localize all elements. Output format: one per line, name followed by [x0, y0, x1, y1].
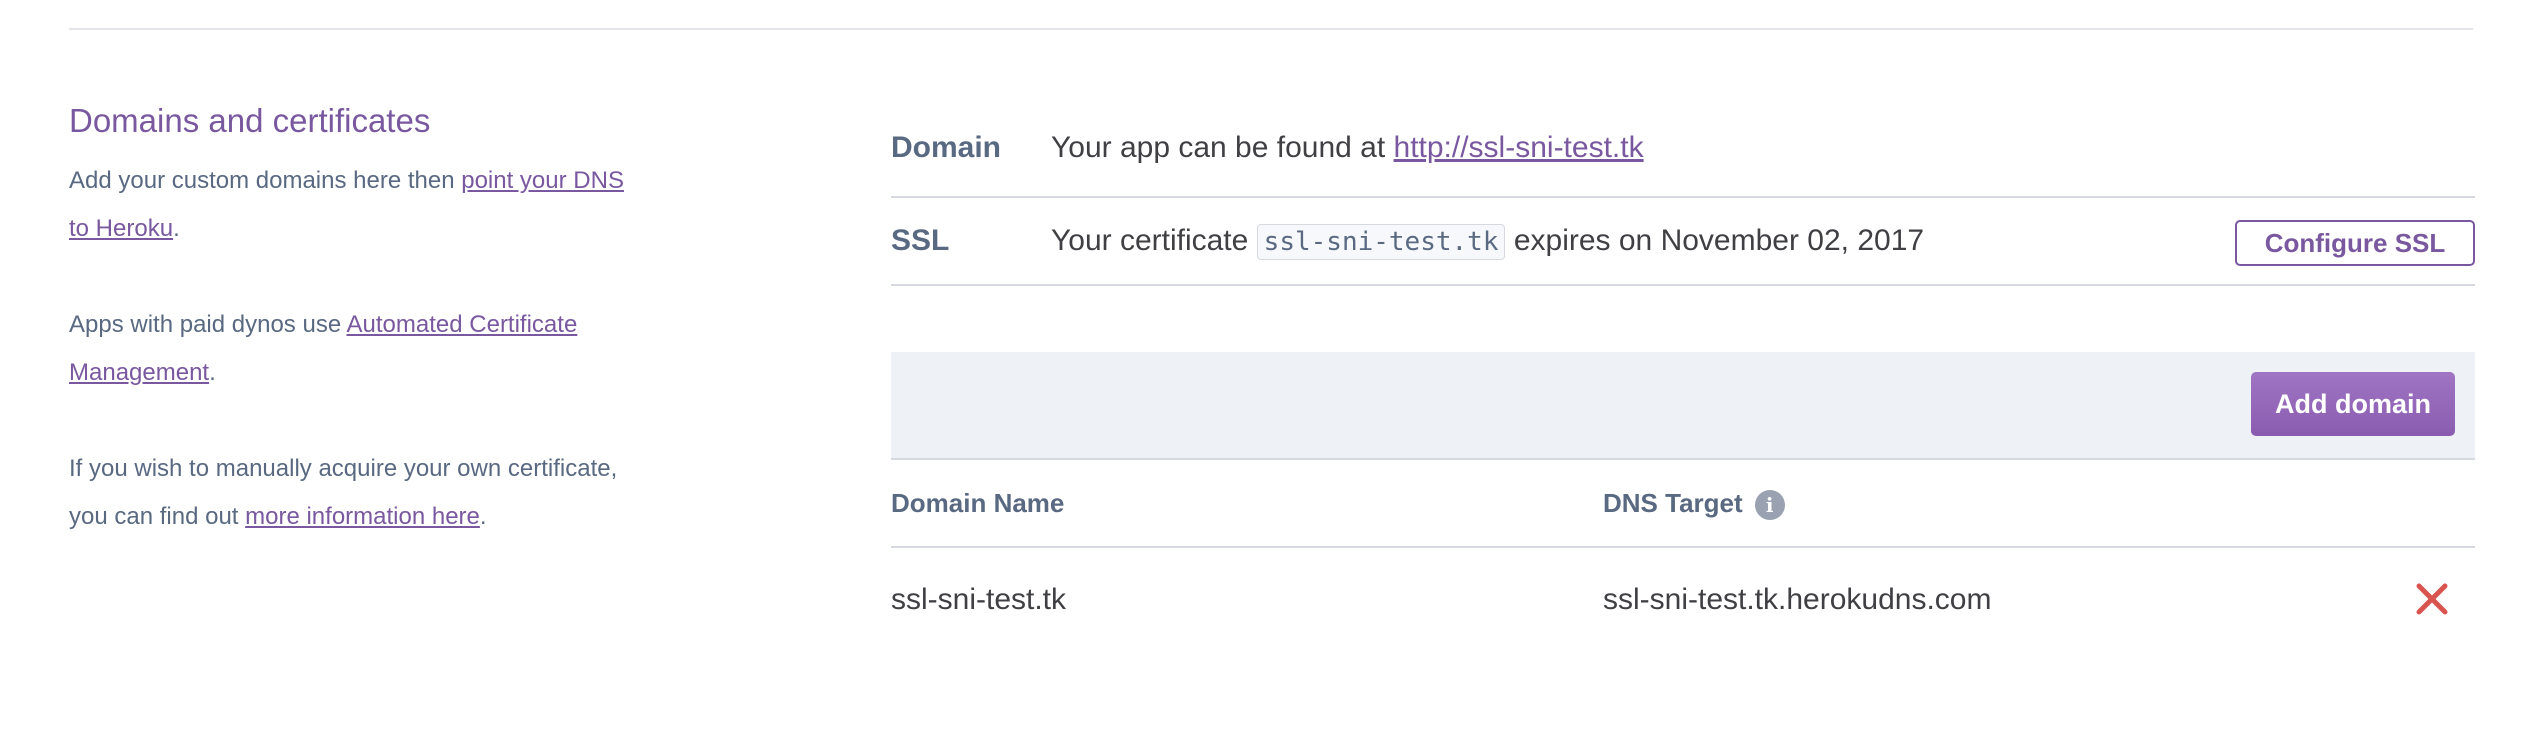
ssl-label: SSL	[891, 224, 950, 257]
domain-info-text: Your app can be found at http://ssl-sni-…	[1051, 131, 1644, 165]
more-info-link[interactable]: more information here	[245, 503, 480, 530]
custom-domains-paragraph: Add your custom domains here then point …	[69, 157, 629, 253]
close-icon[interactable]	[2413, 580, 2451, 618]
dns-target-header: DNS Target i	[1603, 486, 1785, 520]
acm-paragraph: Apps with paid dynos use Automated Certi…	[69, 301, 629, 397]
section-title: Domains and certificates	[69, 102, 431, 139]
domain-info-prefix: Your app can be found at	[1051, 131, 1394, 164]
section-description: Domains and certificates Add your custom…	[69, 100, 629, 589]
domain-info-row: Domain Your app can be found at http://s…	[891, 118, 2475, 198]
paragraph-text: .	[173, 214, 180, 242]
table-header: Domain Name DNS Target i	[891, 460, 2475, 548]
domains-panel: Domain Your app can be found at http://s…	[891, 118, 2475, 652]
dns-target-cell: ssl-sni-test.tk.herokudns.com	[1603, 583, 1992, 616]
top-divider	[69, 28, 2473, 30]
ssl-text-before: Your certificate	[1051, 224, 1257, 257]
configure-ssl-button[interactable]: Configure SSL	[2235, 220, 2475, 266]
domain-toolbar: Add domain	[891, 352, 2475, 460]
table-row: ssl-sni-test.tk ssl-sni-test.tk.herokudn…	[891, 548, 2475, 652]
info-icon[interactable]: i	[1754, 490, 1785, 520]
paragraph-text: .	[479, 502, 487, 530]
paragraph-text: .	[209, 358, 216, 386]
paragraph-text: Apps with paid dynos use	[69, 310, 347, 338]
app-url-link[interactable]: http://ssl-sni-test.tk	[1394, 131, 1644, 164]
ssl-info-row: SSL Your certificate ssl-sni-test.tk exp…	[891, 198, 2475, 286]
certificate-name: ssl-sni-test.tk	[1256, 224, 1506, 260]
manual-cert-paragraph: If you wish to manually acquire your own…	[69, 445, 629, 541]
dns-target-header-label: DNS Target	[1603, 487, 1743, 518]
domains-table: Domain Name DNS Target i ssl-sni-test.tk…	[891, 460, 2475, 652]
add-domain-button[interactable]: Add domain	[2251, 372, 2455, 436]
domain-name-header: Domain Name	[891, 487, 1065, 518]
ssl-info-text: Your certificate ssl-sni-test.tk expires…	[1051, 224, 1925, 260]
ssl-expiry-text: expires on November 02, 2017	[1505, 224, 1925, 257]
domain-label: Domain	[891, 131, 1002, 164]
paragraph-text: Add your custom domains here then	[69, 166, 462, 194]
domain-name-cell: ssl-sni-test.tk	[891, 583, 1067, 616]
